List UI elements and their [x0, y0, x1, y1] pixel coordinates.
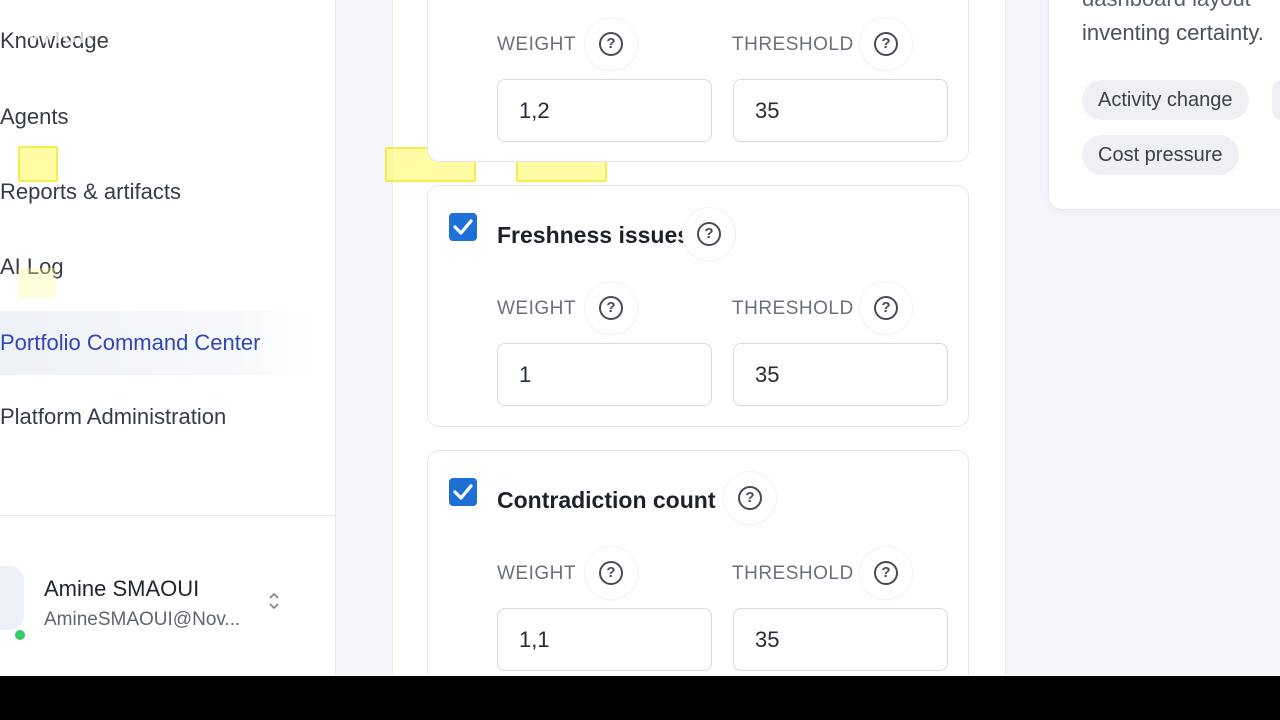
sidebar-item-portfolio-command-center[interactable]: Portfolio Command Center	[0, 311, 320, 375]
question-circle-icon[interactable]: ?	[585, 282, 637, 334]
weight-input[interactable]: 1	[497, 343, 712, 406]
question-circle-icon[interactable]: ?	[585, 18, 637, 70]
user-email: AmineSMAOUI@Nov...	[44, 609, 241, 630]
freshness-issues-checkbox[interactable]	[449, 213, 477, 241]
chevron-up-down-icon[interactable]	[266, 590, 282, 614]
threshold-input[interactable]: 35	[733, 79, 948, 142]
metric-title: Freshness issues	[497, 222, 691, 248]
weight-input[interactable]: 1,1	[497, 608, 712, 671]
highlight-marker	[18, 268, 56, 298]
watermark-logo: Wick	[26, 18, 96, 49]
chip-cost-pressure[interactable]: Cost pressure	[1082, 135, 1239, 175]
threshold-input[interactable]: 35	[733, 343, 948, 406]
question-circle-icon[interactable]: ?	[860, 547, 912, 599]
threshold-label: THRESHOLD	[732, 34, 854, 55]
question-circle-icon[interactable]: ?	[683, 208, 735, 260]
contradiction-count-checkbox[interactable]	[449, 478, 477, 506]
metric-title: Contradiction count	[497, 487, 716, 513]
weight-label: WEIGHT	[497, 34, 576, 55]
weight-label: WEIGHT	[497, 563, 576, 584]
presence-online-icon	[13, 628, 27, 642]
insight-text: inventing certainty.	[1082, 20, 1264, 45]
insight-text: dashboard layout	[1082, 0, 1251, 12]
question-circle-icon[interactable]: ?	[724, 472, 776, 524]
chip-activity-change[interactable]: Activity change	[1082, 80, 1249, 120]
weight-label: WEIGHT	[497, 298, 576, 319]
sidebar-divider	[0, 515, 336, 516]
question-circle-icon[interactable]: ?	[585, 547, 637, 599]
sidebar-item-platform-administration[interactable]: Platform Administration	[0, 404, 226, 430]
sidebar-item-reports[interactable]: Reports & artifacts	[0, 179, 181, 205]
question-circle-icon[interactable]: ?	[860, 18, 912, 70]
user-name: Amine SMAOUI	[44, 576, 200, 601]
question-circle-icon[interactable]: ?	[860, 282, 912, 334]
letterbox-bar	[0, 676, 1280, 720]
app-viewport: Knowledge Wick Agents Reports & artifact…	[0, 0, 1280, 676]
chip-overflow[interactable]	[1272, 80, 1280, 120]
highlight-marker	[18, 146, 58, 182]
avatar[interactable]	[0, 566, 24, 630]
threshold-input[interactable]: 35	[733, 608, 948, 671]
threshold-label: THRESHOLD	[732, 298, 854, 319]
sidebar: Knowledge Wick Agents Reports & artifact…	[0, 0, 336, 676]
threshold-label: THRESHOLD	[732, 563, 854, 584]
sidebar-item-agents[interactable]: Agents	[0, 104, 69, 130]
weight-input[interactable]: 1,2	[497, 79, 712, 142]
